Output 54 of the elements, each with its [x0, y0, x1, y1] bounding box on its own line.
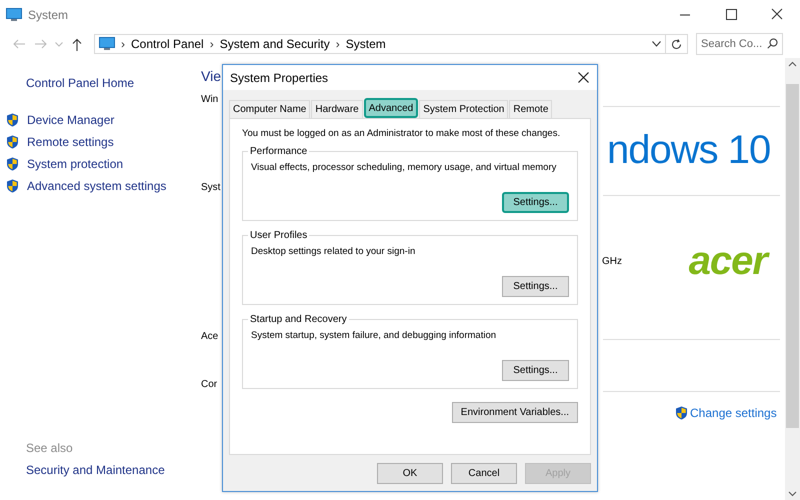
tab[interactable]: Hardware [311, 100, 363, 118]
tab[interactable]: Computer Name [229, 100, 310, 118]
group-description: System startup, system failure, and debugging information [251, 330, 496, 341]
group-description: Desktop settings related to your sign-in [251, 246, 416, 257]
page-heading: Vie [201, 68, 222, 84]
dialog-title: System Properties [230, 70, 328, 84]
environment-variables-button[interactable]: Environment Variables... [452, 402, 578, 423]
window-title: System [28, 8, 68, 22]
settings-button[interactable]: Settings... [502, 276, 569, 297]
breadcrumb[interactable]: Control Panel [131, 37, 204, 51]
shield-icon [6, 157, 19, 171]
dialog-button[interactable]: OK [377, 463, 443, 484]
search-field[interactable]: Search Co... [696, 33, 783, 55]
edition-logo: ndows 10 [607, 127, 772, 174]
brand-logo: acer [688, 244, 767, 278]
address-field[interactable]: › Control Panel › System and Security › System [94, 34, 666, 54]
close-icon[interactable] [578, 72, 589, 83]
settings-button[interactable]: Settings... [502, 360, 569, 381]
search-icon[interactable] [767, 38, 778, 49]
chevron-down-icon[interactable] [652, 41, 661, 47]
sidebar-link[interactable]: System protection [27, 157, 124, 171]
separator-icon: › [121, 37, 125, 51]
group-description: Visual effects, processor scheduling, memory usage, and virtual memory [251, 162, 556, 173]
tab[interactable]: System Protection [419, 100, 508, 118]
section-heading: See also [26, 441, 74, 457]
dialog-button[interactable]: Cancel [451, 463, 517, 484]
sidebar-link[interactable]: Device Manager [27, 113, 114, 127]
section-label: Cor [201, 379, 218, 390]
tab[interactable]: Advanced [364, 98, 418, 118]
separator-icon: › [210, 37, 214, 51]
see-also-link[interactable]: Security and Maintenance [26, 463, 201, 485]
sidebar-link[interactable]: Advanced system settings [27, 179, 166, 193]
change-settings-link[interactable]: Change settings [690, 406, 777, 420]
shield-icon [6, 113, 19, 127]
shield-icon [675, 406, 688, 420]
refresh-icon[interactable] [666, 34, 688, 54]
breadcrumb[interactable]: System and Security [220, 37, 330, 51]
section-label: Syst [201, 182, 222, 193]
computer-icon [99, 37, 115, 51]
home-link[interactable]: Control Panel Home [26, 76, 201, 98]
notice-text: You must be logged on as an Administrator to make most of these changes. [242, 128, 560, 139]
settings-button[interactable]: Settings... [502, 192, 569, 213]
processor-text: GHz [602, 256, 622, 266]
section-label: Ace [201, 331, 220, 342]
group-title: Startup and Recovery [248, 313, 349, 326]
section-label: Win [201, 94, 220, 105]
breadcrumb[interactable]: System [346, 37, 386, 51]
computer-icon [6, 8, 22, 22]
shield-icon [6, 135, 19, 149]
sidebar-link[interactable]: Remote settings [27, 135, 114, 149]
scrollbar-thumb[interactable] [786, 84, 799, 428]
shield-icon [6, 179, 19, 193]
separator-icon: › [336, 37, 340, 51]
tab[interactable]: Remote [509, 100, 552, 118]
